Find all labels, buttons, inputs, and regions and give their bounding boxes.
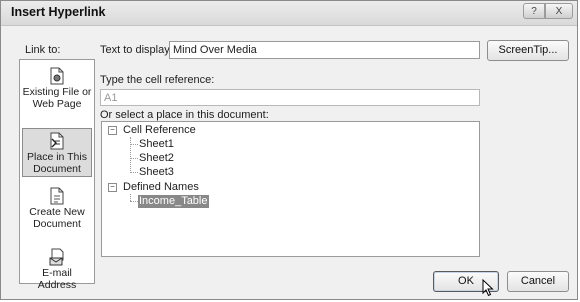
existing-file-icon (50, 67, 64, 85)
link-existing-file[interactable]: Existing File or Web Page (22, 67, 92, 113)
tree-cell-reference[interactable]: Cell Reference (123, 124, 196, 137)
tree-defined-names[interactable]: Defined Names (123, 181, 199, 194)
link-existing-file-line2: Web Page (32, 98, 82, 110)
insert-hyperlink-dialog: Insert Hyperlink ? X Link to: Text to di… (0, 0, 578, 300)
title-bar: Insert Hyperlink ? X (1, 1, 577, 26)
link-place-in-document[interactable]: Place in This Document (22, 128, 92, 177)
tree-sheet2[interactable]: Sheet2 (139, 152, 174, 165)
link-to-label: Link to: (25, 44, 61, 56)
link-place-line2: Document (33, 163, 81, 175)
cell-reference-input[interactable]: A1 (100, 89, 480, 106)
text-to-display-label: Text to display: (100, 44, 173, 56)
email-address-icon (49, 248, 64, 266)
link-place-line1: Place in This (27, 151, 87, 163)
place-in-document-icon (50, 132, 64, 150)
link-existing-file-line1: Existing File or (22, 86, 92, 98)
place-selector-label: Or select a place in this document: (100, 109, 269, 121)
cell-reference-expander[interactable]: − (108, 126, 117, 135)
dialog-title: Insert Hyperlink (11, 5, 106, 19)
defined-names-expander[interactable]: − (108, 183, 117, 192)
tree-sheet3[interactable]: Sheet3 (139, 166, 174, 179)
screentip-button[interactable]: ScreenTip... (487, 40, 569, 61)
text-to-display-input[interactable]: Mind Over Media (169, 41, 480, 59)
close-button[interactable]: X (545, 3, 573, 19)
link-email-address[interactable]: E-mail Address (22, 248, 92, 291)
link-email-line1: E-mail Address (37, 267, 77, 291)
tree-sheet1[interactable]: Sheet1 (139, 138, 174, 151)
place-tree[interactable]: − Cell Reference Sheet1 Sheet2 Sheet3 − … (101, 121, 480, 257)
help-button[interactable]: ? (523, 3, 545, 19)
link-create-new-document[interactable]: Create New Document (22, 187, 92, 235)
new-document-icon (50, 187, 64, 205)
cell-reference-label: Type the cell reference: (100, 74, 215, 86)
mouse-pointer-icon (482, 279, 494, 297)
cancel-button[interactable]: Cancel (507, 271, 569, 292)
link-to-bar: Existing File or Web Page Place in This … (19, 59, 95, 291)
link-create-line1: Create New (29, 206, 85, 218)
tree-income-table[interactable]: Income_Table (138, 195, 209, 208)
link-create-line2: Document (33, 218, 81, 230)
